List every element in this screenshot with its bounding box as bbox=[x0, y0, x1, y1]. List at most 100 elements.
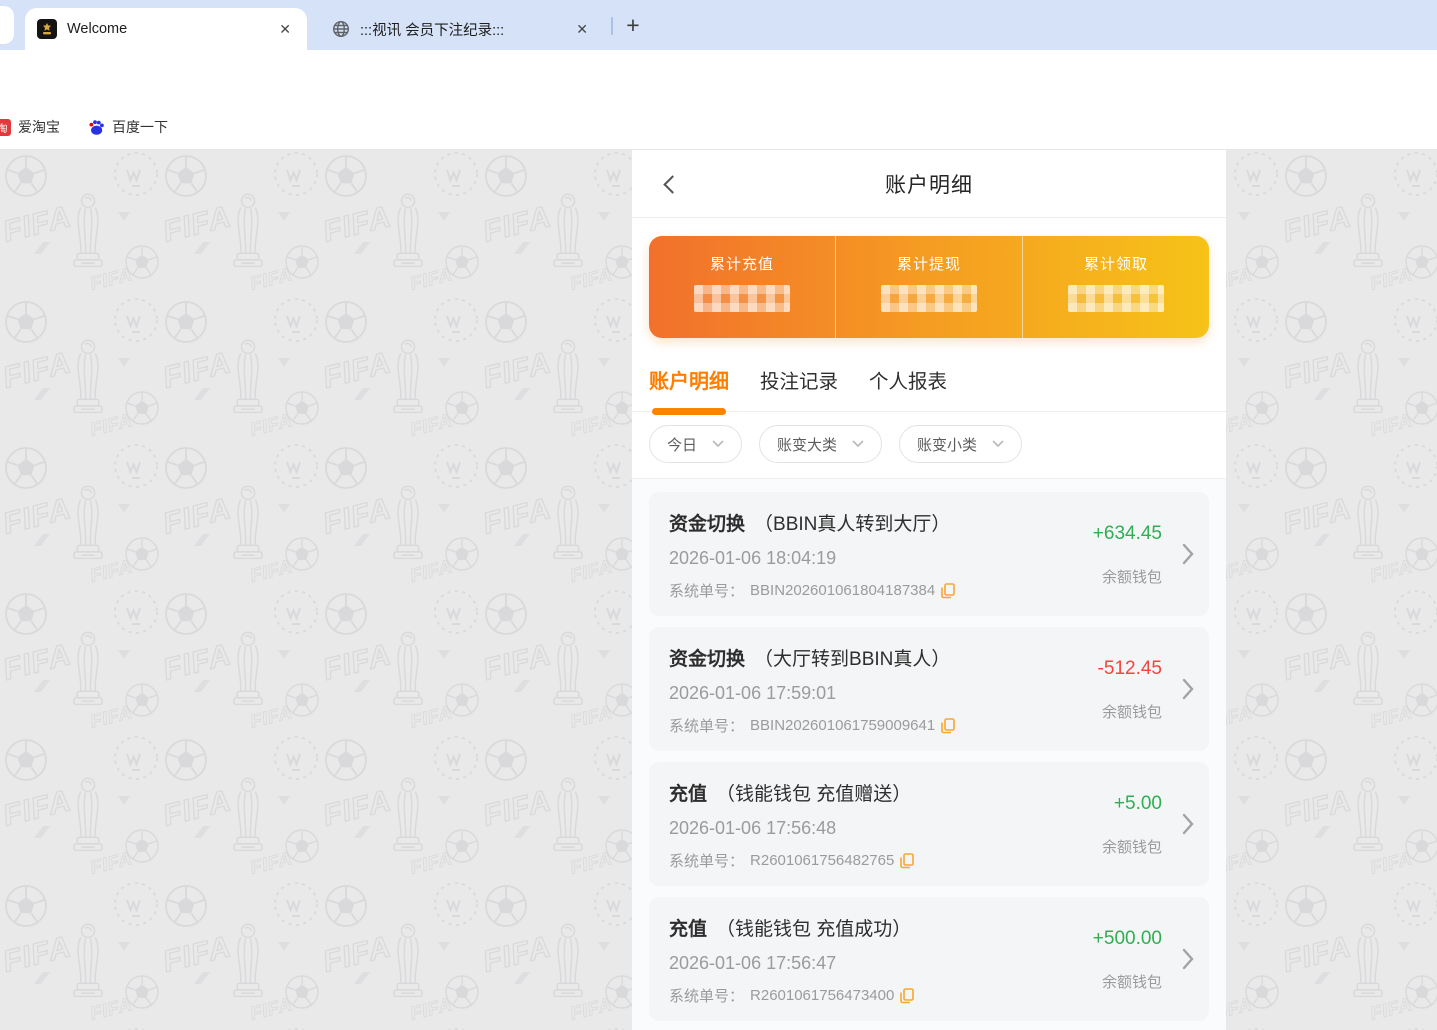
bookmark-label: 爱淘宝 bbox=[18, 117, 60, 137]
record-card[interactable]: 资金切换（BBIN真人转到大厅） 2026-01-06 18:04:19 系统单… bbox=[649, 492, 1209, 616]
record-amount-block: +500.00 余额钱包 bbox=[1093, 914, 1162, 1006]
order-number: BBIN202601061804187384 bbox=[750, 582, 935, 599]
chevron-right-icon[interactable] bbox=[1182, 543, 1194, 565]
record-amount: +5.00 bbox=[1114, 793, 1162, 815]
summary-column: 累计领取 bbox=[1022, 236, 1209, 338]
summary-card: 累计充值 累计提现 累计领取 bbox=[649, 236, 1209, 338]
order-label: 系统单号： bbox=[669, 715, 744, 736]
report-tabs-bar: 账户明细 投注记录 个人报表 bbox=[632, 365, 1226, 412]
record-amount: +500.00 bbox=[1093, 928, 1162, 950]
report-tab-label: 个人报表 bbox=[869, 371, 947, 393]
bookmarks-bar: 淘 爱淘宝 百度一下 bbox=[0, 105, 1437, 150]
record-card[interactable]: 资金切换 （大厅转到BBIN真人） 2026-01-06 17:59:01 系统单… bbox=[649, 627, 1209, 751]
record-amount: -512.45 bbox=[1098, 658, 1162, 680]
page-viewport: FIFA 账户明细 累计充值 bbox=[0, 150, 1437, 1030]
record-type: 资金切换 bbox=[669, 514, 745, 535]
order-label: 系统单号： bbox=[669, 580, 744, 601]
record-card[interactable]: 充值（钱能钱包 充值成功） 2026-01-06 17:56:47 系统单号： … bbox=[649, 897, 1209, 1021]
copy-icon[interactable] bbox=[941, 718, 955, 734]
record-order-row: 系统单号： BBIN202601061759009641 bbox=[669, 715, 955, 736]
record-title: 资金切换（BBIN真人转到大厅） bbox=[669, 509, 955, 536]
site-favicon bbox=[37, 19, 57, 39]
record-info: 充值（钱能钱包 充值成功） 2026-01-06 17:56:47 系统单号： … bbox=[669, 914, 914, 1006]
censored-value-blur bbox=[1068, 285, 1164, 312]
report-tab[interactable]: 个人报表 bbox=[869, 365, 947, 411]
filter-dropdown[interactable]: 账变大类 bbox=[759, 425, 882, 463]
record-info: 资金切换（BBIN真人转到大厅） 2026-01-06 18:04:19 系统单… bbox=[669, 509, 955, 601]
record-wallet: 余额钱包 bbox=[1102, 701, 1162, 722]
summary-label: 累计充值 bbox=[649, 253, 835, 274]
chevron-right-icon[interactable] bbox=[1182, 948, 1194, 970]
chevron-right-icon[interactable] bbox=[1182, 678, 1194, 700]
tab-title: Welcome bbox=[67, 21, 265, 37]
record-order-row: 系统单号： BBIN202601061804187384 bbox=[669, 580, 955, 601]
record-time: 2026-01-06 17:59:01 bbox=[669, 683, 955, 704]
record-detail: （大厅转到BBIN真人） bbox=[754, 649, 950, 670]
browser-tab-strip: Welcome ✕ :::视讯 会员下注纪录::: ✕ + bbox=[0, 0, 1437, 50]
censored-value-blur bbox=[881, 285, 977, 312]
record-time: 2026-01-06 17:56:48 bbox=[669, 818, 914, 839]
record-time: 2026-01-06 17:56:47 bbox=[669, 953, 914, 974]
account-detail-panel: 账户明细 累计充值 累计提现 累计领取 bbox=[632, 150, 1226, 1030]
chevron-down-icon bbox=[712, 440, 724, 448]
record-type: 资金切换 bbox=[669, 649, 745, 670]
record-list: 资金切换（BBIN真人转到大厅） 2026-01-06 18:04:19 系统单… bbox=[632, 478, 1226, 1030]
report-tab[interactable]: 账户明细 bbox=[649, 365, 729, 411]
chevron-down-icon bbox=[992, 440, 1004, 448]
summary-column: 累计提现 bbox=[835, 236, 1022, 338]
censored-value-blur bbox=[694, 285, 790, 312]
taobao-icon: 淘 bbox=[0, 119, 11, 136]
record-info: 资金切换 （大厅转到BBIN真人） 2026-01-06 17:59:01 系统单… bbox=[669, 644, 955, 736]
page-header: 账户明细 bbox=[632, 150, 1226, 218]
report-tab-label: 账户明细 bbox=[649, 371, 729, 393]
bookmark-label: 百度一下 bbox=[112, 117, 168, 137]
report-tab[interactable]: 投注记录 bbox=[760, 365, 838, 411]
record-order-row: 系统单号： R2601061756482765 bbox=[669, 850, 914, 871]
bookmark-aitaobao[interactable]: 淘 爱淘宝 bbox=[0, 117, 60, 137]
copy-icon[interactable] bbox=[900, 988, 914, 1004]
filter-dropdown[interactable]: 今日 bbox=[649, 425, 742, 463]
report-tab-label: 投注记录 bbox=[760, 371, 838, 393]
record-info: 充值 （钱能钱包 充值赠送） 2026-01-06 17:56:48 系统单号： … bbox=[669, 779, 914, 871]
record-wallet: 余额钱包 bbox=[1102, 836, 1162, 857]
filter-dropdown[interactable]: 账变小类 bbox=[899, 425, 1022, 463]
record-wallet: 余额钱包 bbox=[1102, 566, 1162, 587]
summary-column: 累计充值 bbox=[649, 236, 835, 338]
browser-tab-betting-records[interactable]: :::视讯 会员下注纪录::: ✕ bbox=[320, 8, 604, 50]
close-tab-icon[interactable]: ✕ bbox=[275, 19, 295, 40]
record-type: 充值 bbox=[669, 784, 707, 805]
browser-tab-welcome[interactable]: Welcome ✕ bbox=[25, 8, 307, 50]
order-label: 系统单号： bbox=[669, 850, 744, 871]
record-title: 充值（钱能钱包 充值成功） bbox=[669, 914, 914, 941]
record-detail: （钱能钱包 充值赠送） bbox=[716, 784, 911, 805]
filter-label: 账变大类 bbox=[777, 434, 837, 455]
record-amount-block: +5.00 余额钱包 bbox=[1102, 779, 1162, 871]
close-tab-icon[interactable]: ✕ bbox=[572, 19, 592, 40]
filter-label: 账变小类 bbox=[917, 434, 977, 455]
copy-icon[interactable] bbox=[900, 853, 914, 869]
chevron-right-icon[interactable] bbox=[1182, 813, 1194, 835]
back-chevron-icon[interactable] bbox=[663, 175, 681, 193]
bookmark-baidu[interactable]: 百度一下 bbox=[88, 117, 168, 137]
order-number: BBIN202601061759009641 bbox=[750, 717, 935, 734]
summary-label: 累计提现 bbox=[836, 253, 1022, 274]
copy-icon[interactable] bbox=[941, 583, 955, 599]
record-card[interactable]: 充值 （钱能钱包 充值赠送） 2026-01-06 17:56:48 系统单号： … bbox=[649, 762, 1209, 886]
record-time: 2026-01-06 18:04:19 bbox=[669, 548, 955, 569]
record-wallet: 余额钱包 bbox=[1102, 971, 1162, 992]
tab-title: :::视讯 会员下注纪录::: bbox=[360, 19, 562, 40]
new-tab-button[interactable]: + bbox=[620, 12, 646, 38]
filter-label: 今日 bbox=[667, 434, 697, 455]
record-amount-block: -512.45 余额钱包 bbox=[1098, 644, 1162, 736]
baidu-paw-icon bbox=[88, 119, 105, 136]
partial-tab-stub bbox=[0, 6, 14, 44]
order-label: 系统单号： bbox=[669, 985, 744, 1006]
tab-separator bbox=[611, 17, 613, 35]
globe-icon bbox=[332, 20, 350, 38]
order-number: R2601061756482765 bbox=[750, 852, 894, 869]
record-amount-block: +634.45 余额钱包 bbox=[1093, 509, 1162, 601]
summary-label: 累计领取 bbox=[1023, 253, 1209, 274]
record-detail: （钱能钱包 充值成功） bbox=[716, 919, 911, 940]
order-number: R2601061756473400 bbox=[750, 987, 894, 1004]
page-title: 账户明细 bbox=[885, 169, 973, 199]
